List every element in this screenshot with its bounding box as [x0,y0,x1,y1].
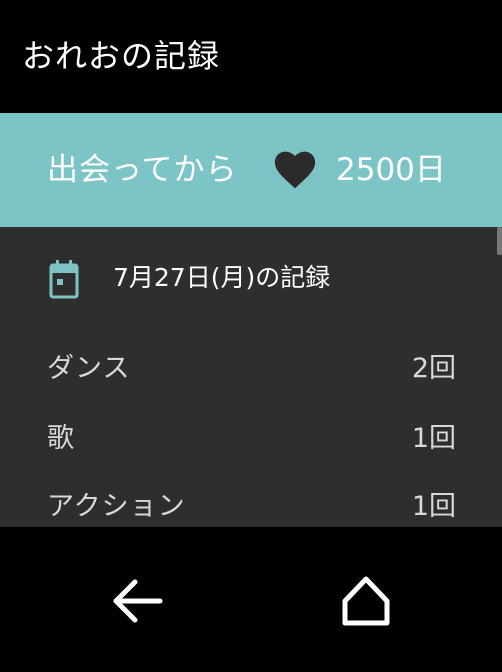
heart-icon [274,151,316,189]
record-row-value: 1回 [411,423,456,454]
banner-prefix-text: 出会ってから [47,152,238,188]
record-row-value: 1回 [411,491,456,522]
scrollbar[interactable] [497,227,502,255]
record-row-label: 歌 [47,423,75,454]
record-row-value: 2回 [411,353,456,384]
navigation-bar [0,527,502,672]
calendar-icon [49,260,79,299]
record-date-label: 7月27日(月)の記録 [113,263,331,292]
home-icon[interactable] [338,574,394,628]
days-count: 2500日 [336,152,446,188]
app-title: おれおの記録 [22,37,221,75]
back-arrow-icon[interactable] [110,576,164,626]
screen: おれおの記録 出会ってから 2500日 7月27日(月)の記録 ダンス 2回 歌… [0,0,502,672]
record-row-label: ダンス [47,353,131,384]
record-row-label: アクション [47,491,186,522]
